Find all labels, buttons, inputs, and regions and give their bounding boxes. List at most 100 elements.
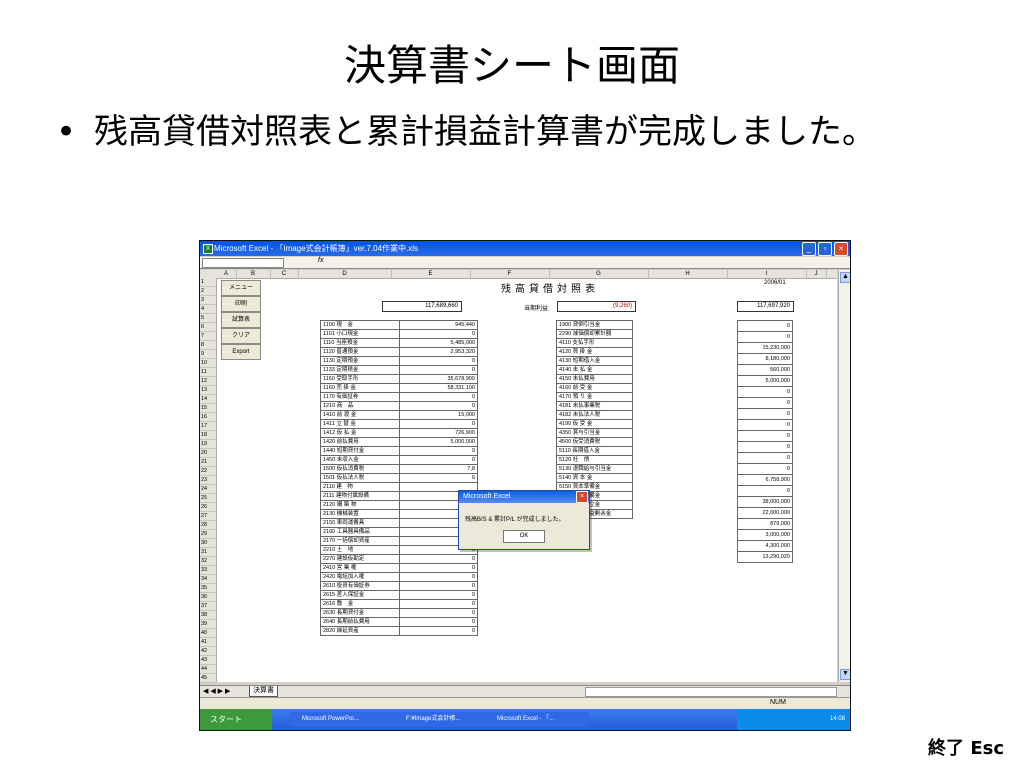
row-header[interactable]: 6 <box>200 323 216 332</box>
table-row[interactable]: 4181 未払事業税 <box>556 401 633 411</box>
account-name-cell[interactable]: 4110 支払手形 <box>556 338 633 348</box>
table-row[interactable]: 4500 仮受消費税 <box>556 437 633 447</box>
ok-button[interactable]: OK <box>503 530 545 543</box>
sheet-menu-button[interactable]: 試算表 <box>221 312 261 328</box>
table-row[interactable]: 0 <box>737 408 793 420</box>
horizontal-scrollbar[interactable] <box>585 687 837 697</box>
asset-total-box[interactable]: 117,689,660 <box>382 301 462 312</box>
table-row[interactable]: 2820 繰延資産 0 <box>320 626 478 636</box>
profit-value-box[interactable]: (9,260) <box>557 301 636 312</box>
row-header[interactable]: 4 <box>200 305 216 314</box>
table-row[interactable]: 2290 減価償却累計額 <box>556 329 633 339</box>
amount-cell[interactable]: 726,900 <box>398 428 478 438</box>
account-name-cell[interactable]: 2110 建 物 <box>320 482 400 492</box>
table-row[interactable]: 0 <box>737 397 793 409</box>
row-header[interactable]: 44 <box>200 665 216 674</box>
row-header[interactable]: 38 <box>200 611 216 620</box>
start-button[interactable]: スタート <box>200 709 272 730</box>
amount-cell[interactable]: 0 <box>398 401 478 411</box>
amount-cell[interactable]: 0 <box>398 365 478 375</box>
account-name-cell[interactable]: 2820 繰延資産 <box>320 626 400 636</box>
row-header[interactable]: 43 <box>200 656 216 665</box>
row-header[interactable]: 32 <box>200 557 216 566</box>
table-row[interactable]: 2120 構 築 物 <box>320 500 478 510</box>
row-header[interactable]: 17 <box>200 422 216 431</box>
sheet-menu-button[interactable]: メニュー <box>221 280 261 296</box>
amount-cell[interactable]: 0 <box>398 329 478 339</box>
liability-amount-cell[interactable]: 38,000,000 <box>737 496 793 508</box>
liability-amount-cell[interactable]: 0 <box>737 463 793 475</box>
liability-amount-cell[interactable]: 0 <box>737 430 793 442</box>
minimize-button[interactable]: _ <box>802 242 816 256</box>
account-name-cell[interactable]: 4170 預 り 金 <box>556 392 633 402</box>
account-name-cell[interactable]: 4500 仮受消費税 <box>556 437 633 447</box>
table-row[interactable]: 4170 預 り 金 <box>556 392 633 402</box>
vertical-scrollbar[interactable]: ▲ ▼ <box>838 270 850 682</box>
account-name-cell[interactable]: 4160 前 受 金 <box>556 383 633 393</box>
account-name-cell[interactable]: 5130 退職給与引当金 <box>556 464 633 474</box>
account-name-cell[interactable]: 2410 営 業 権 <box>320 563 400 573</box>
account-name-cell[interactable]: 1101 小口現金 <box>320 329 400 339</box>
table-row[interactable]: 1900 貸倒引当金 <box>556 320 633 330</box>
account-name-cell[interactable]: 4150 未払費用 <box>556 374 633 384</box>
account-name-cell[interactable]: 2170 一括償却資産 <box>320 536 400 546</box>
table-row[interactable]: 4110 支払手形 <box>556 338 633 348</box>
column-header-d[interactable]: D <box>298 270 392 278</box>
table-row[interactable]: 1410 前 渡 金 15,000 <box>320 410 478 420</box>
table-row[interactable]: 0 <box>737 419 793 431</box>
table-row[interactable]: 2130 機械装置 <box>320 509 478 519</box>
sheet-tab[interactable]: 決算書 <box>249 686 278 697</box>
row-header[interactable]: 22 <box>200 467 216 476</box>
table-row[interactable]: 6,758,900 <box>737 474 793 486</box>
table-row[interactable]: 5,000,000 <box>737 375 793 387</box>
row-header[interactable]: 15 <box>200 404 216 413</box>
account-name-cell[interactable]: 1500 仮払消費税 <box>320 464 400 474</box>
scroll-down-icon[interactable]: ▼ <box>840 669 850 680</box>
row-header[interactable]: 21 <box>200 458 216 467</box>
formula-icon[interactable]: fx <box>318 257 323 264</box>
row-header[interactable]: 20 <box>200 449 216 458</box>
liability-total-box[interactable]: 117,697,920 <box>737 301 794 312</box>
table-row[interactable]: 4150 未払費用 <box>556 374 633 384</box>
liability-amount-cell[interactable]: 560,000 <box>737 364 793 376</box>
row-header[interactable]: 1 <box>200 278 216 287</box>
table-row[interactable]: 1412 仮 払 金 726,900 <box>320 428 478 438</box>
account-name-cell[interactable]: 1160 売 掛 金 <box>320 383 400 393</box>
row-header[interactable]: 41 <box>200 638 216 647</box>
amount-cell[interactable]: 0 <box>398 581 478 591</box>
account-name-cell[interactable]: 2616 敷 金 <box>320 599 400 609</box>
account-name-cell[interactable]: 1210 商 品 <box>320 401 400 411</box>
row-header[interactable]: 31 <box>200 548 216 557</box>
account-name-cell[interactable]: 2120 構 築 物 <box>320 500 400 510</box>
account-name-cell[interactable]: 1130 定期預金 <box>320 356 400 366</box>
table-row[interactable]: 1210 商 品0 <box>320 401 478 411</box>
table-row[interactable]: 0 <box>737 430 793 442</box>
liability-amount-cell[interactable]: 0 <box>737 408 793 420</box>
account-name-cell[interactable]: 2270 建設仮勘定 <box>320 554 400 564</box>
account-name-cell[interactable]: 1450 未収入金 <box>320 455 400 465</box>
row-header[interactable]: 16 <box>200 413 216 422</box>
liability-amount-cell[interactable]: 4,300,000 <box>737 540 793 552</box>
table-row[interactable]: 2210 土 地0 <box>320 545 478 555</box>
restore-button[interactable]: ▫ <box>818 242 832 256</box>
account-name-cell[interactable]: 1150 受取手形 <box>320 374 400 384</box>
row-header[interactable]: 3 <box>200 296 216 305</box>
table-row[interactable]: 1501 仮払法人税 6 <box>320 473 478 483</box>
table-row[interactable]: 0 <box>737 386 793 398</box>
table-row[interactable]: 0 <box>737 463 793 475</box>
dialog-close-button[interactable]: × <box>576 491 588 503</box>
table-row[interactable]: 1450 未収入金 0 <box>320 455 478 465</box>
sheet-menu-button[interactable]: Export <box>221 344 261 360</box>
account-name-cell[interactable]: 1411 立 替 金 <box>320 419 400 429</box>
account-name-cell[interactable]: 1440 短期貸付金 <box>320 446 400 456</box>
row-header[interactable]: 26 <box>200 503 216 512</box>
liability-amount-cell[interactable]: 879,000 <box>737 518 793 530</box>
scroll-up-icon[interactable]: ▲ <box>840 272 850 283</box>
amount-cell[interactable]: 0 <box>398 455 478 465</box>
liability-amount-cell[interactable]: 3,000,000 <box>737 529 793 541</box>
account-name-cell[interactable]: 2210 土 地 <box>320 545 400 555</box>
amount-cell[interactable]: 0 <box>398 419 478 429</box>
table-row[interactable]: 2616 敷 金0 <box>320 599 478 609</box>
account-name-cell[interactable]: 1412 仮 払 金 <box>320 428 400 438</box>
liability-amount-cell[interactable]: 0 <box>737 320 793 332</box>
